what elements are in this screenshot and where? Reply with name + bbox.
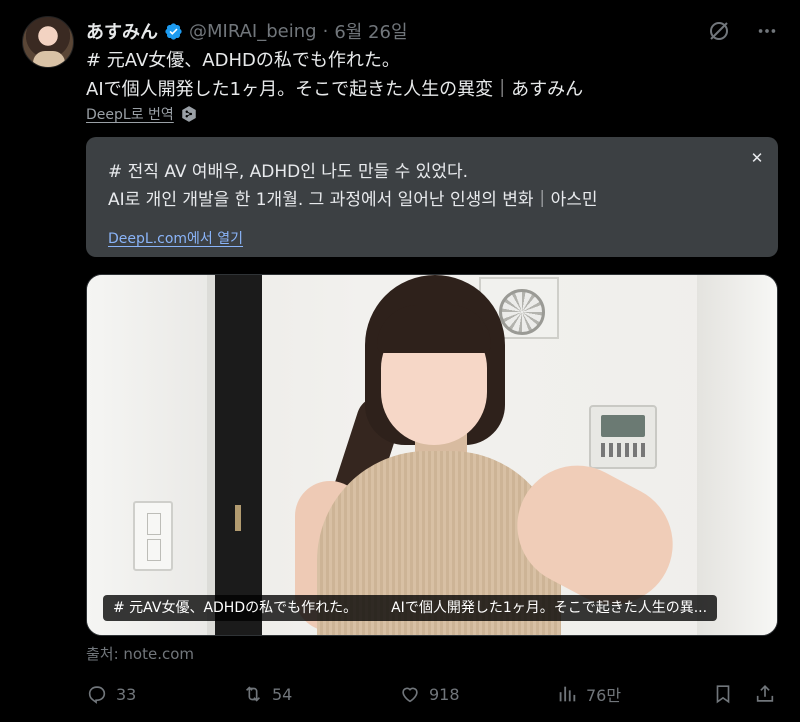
heart-icon [402, 687, 418, 703]
media-image[interactable]: # 元AV女優、ADHDの私でも作れた。 AIで個人開発した1ヶ月。そこで起きた人… [86, 274, 778, 636]
translation-card: # 전직 AV 여배우, ADHD인 나도 만들 수 있었다. AI로 개인 개… [86, 137, 778, 257]
photo-doorway [207, 275, 262, 635]
tweet-text: # 元AV女優、ADHDの私でも作れた。 AIで個人開発した1ヶ月。そこで起きた… [86, 46, 583, 104]
close-translation-icon[interactable]: ✕ [748, 149, 766, 167]
avatar[interactable] [22, 16, 74, 68]
media-caption: # 元AV女優、ADHDの私でも作れた。 AIで個人開発した1ヶ月。そこで起きた人… [103, 595, 718, 621]
verified-badge-icon [165, 22, 182, 40]
like-count: 918 [429, 684, 460, 704]
photo-person [295, 275, 694, 635]
translate-with-deepl-link[interactable]: DeepL로 번역 [86, 104, 198, 124]
views-button[interactable]: 76만 [556, 678, 621, 710]
separator-dot: · [322, 20, 329, 42]
repost-button[interactable]: 54 [242, 678, 292, 710]
photo-bangs [377, 305, 491, 353]
share-button[interactable] [754, 678, 776, 710]
like-button[interactable]: 918 [399, 678, 460, 710]
translation-line: # 전직 AV 여배우, ADHD인 나도 만들 수 있었다. [108, 162, 469, 182]
reply-count: 33 [116, 684, 137, 704]
open-in-deepl-link[interactable]: DeepL.com에서 열기 [108, 228, 756, 248]
display-name[interactable]: あすみん [86, 18, 158, 44]
media-caption-left: # 元AV女優、ADHDの私でも作れた。 [113, 600, 358, 616]
photo-wall-right [697, 275, 777, 635]
reply-button[interactable]: 33 [86, 678, 136, 710]
more-options-icon[interactable] [754, 18, 780, 44]
tweet-header: あすみん @MIRAI_being · 6월 26일 [86, 18, 408, 44]
analytics-icon [559, 686, 576, 702]
bookmark-button[interactable] [712, 678, 734, 710]
translation-line: AI로 개인 개발을 한 1개월. 그 과정에서 일어난 인생의 변화｜아스민 [108, 190, 598, 210]
link-source[interactable]: 출처: note.com [86, 643, 194, 664]
handle[interactable]: @MIRAI_being [189, 21, 317, 42]
tweet-text-line: AIで個人開発した1ヶ月。そこで起きた人生の異変｜あすみん [86, 79, 584, 100]
repost-count: 54 [272, 684, 293, 704]
media-caption-right: AIで個人開発した1ヶ月。そこで起きた人生の異... [391, 600, 708, 616]
translate-link-label[interactable]: DeepL로 번역 [86, 104, 174, 124]
share-icon [756, 685, 774, 702]
repost-icon [245, 686, 261, 702]
bookmark-icon [716, 685, 730, 704]
tweet-top-actions [706, 18, 780, 44]
tweet-text-line: # 元AV女優、ADHDの私でも作れた。 [86, 50, 400, 71]
views-count: 76만 [586, 686, 622, 705]
deepl-icon [182, 106, 196, 122]
grok-icon[interactable] [706, 18, 732, 44]
post-date[interactable]: 6월 26일 [334, 18, 407, 44]
photo-light-switch [133, 501, 173, 571]
action-bar: 33 54 918 76만 [86, 678, 786, 710]
reply-icon [88, 686, 106, 704]
